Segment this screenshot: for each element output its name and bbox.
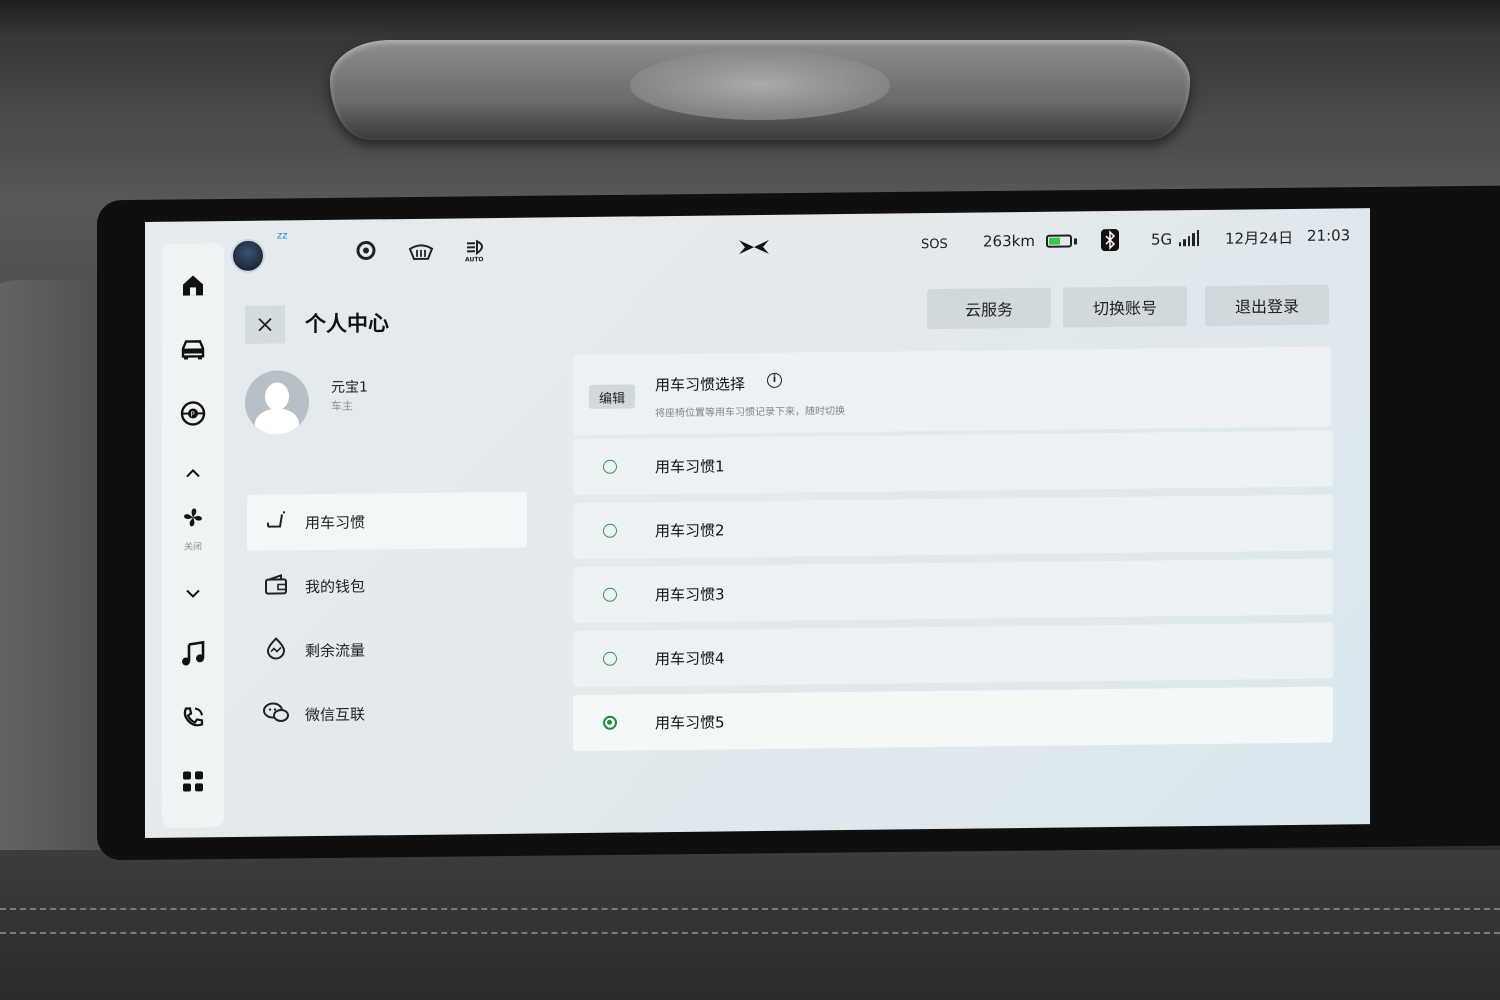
habit-label: 用车习惯2 <box>655 520 725 540</box>
steering-heat-icon[interactable] <box>355 239 377 266</box>
chevron-down-icon[interactable] <box>162 573 224 614</box>
habit-panel-header: 编辑 用车习惯选择 i 将座椅位置等用车习惯记录下来，随时切换 <box>573 346 1331 436</box>
habit-option[interactable]: 用车习惯3 <box>573 558 1333 624</box>
menu-item-wechat[interactable]: 微信互联 <box>247 684 527 743</box>
fan-icon[interactable] <box>162 497 224 538</box>
habit-label: 用车习惯3 <box>655 584 725 604</box>
habit-option[interactable]: 用车习惯4 <box>573 622 1333 688</box>
menu-label: 剩余流量 <box>305 641 366 660</box>
habit-option[interactable]: 用车习惯1 <box>573 430 1333 496</box>
menu-label: 用车习惯 <box>305 513 366 532</box>
auto-label: AUTO <box>465 256 484 264</box>
fan-status-label: 关闭 <box>183 542 202 553</box>
avatar[interactable] <box>245 370 309 435</box>
apps-icon[interactable] <box>162 761 224 802</box>
radio-button[interactable] <box>603 523 617 538</box>
auto-headlight-icon[interactable]: AUTO <box>465 238 489 267</box>
cloud-service-button[interactable]: 云服务 <box>927 287 1051 330</box>
profile-role: 车主 <box>331 399 353 413</box>
menu-item-wallet[interactable]: 我的钱包 <box>247 556 527 615</box>
sos-label[interactable]: SOS <box>921 237 948 252</box>
seat-icon <box>247 508 305 538</box>
brand-logo-icon <box>737 237 771 261</box>
music-icon[interactable] <box>162 633 224 674</box>
data-usage-icon <box>247 636 305 666</box>
chevron-up-icon[interactable] <box>162 453 224 494</box>
close-icon <box>258 317 272 332</box>
panel-title: 用车习惯选择 <box>655 375 746 395</box>
signal-icon <box>1179 230 1200 247</box>
page-title: 个人中心 <box>305 311 389 337</box>
habit-label: 用车习惯1 <box>655 456 725 476</box>
date-text: 12月24日 <box>1225 228 1294 248</box>
car-icon[interactable] <box>162 329 224 370</box>
phone-icon[interactable] <box>162 697 224 738</box>
infotainment-screen: zz AUTO SOS 263km 5G 12月24日 21:03 P 关闭 个… <box>145 208 1370 838</box>
battery-icon <box>1046 234 1072 248</box>
radio-button[interactable] <box>603 459 617 474</box>
parking-icon[interactable]: P <box>162 393 224 434</box>
close-button[interactable] <box>245 305 285 344</box>
menu-label: 我的钱包 <box>305 577 366 596</box>
menu-item-driving-habits[interactable]: 用车习惯 <box>247 491 527 551</box>
radio-button[interactable] <box>603 651 617 666</box>
stitching <box>0 932 1500 934</box>
panel-description: 将座椅位置等用车习惯记录下来，随时切换 <box>655 406 845 420</box>
logout-button[interactable]: 退出登录 <box>1205 284 1329 326</box>
wechat-icon <box>247 700 305 730</box>
speaker-grill <box>630 50 890 120</box>
wallet-icon <box>247 573 305 601</box>
sleep-indicator: zz <box>277 230 288 242</box>
habit-label: 用车习惯5 <box>655 712 725 732</box>
network-type: 5G <box>1151 230 1173 249</box>
defrost-icon[interactable] <box>407 241 435 268</box>
dock: P 关闭 <box>162 243 224 828</box>
time-text: 21:03 <box>1307 226 1351 245</box>
radio-button[interactable] <box>603 715 617 730</box>
habit-option-selected[interactable]: 用车习惯5 <box>573 686 1333 752</box>
dashboard-bottom <box>0 850 1500 1000</box>
menu-item-data-usage[interactable]: 剩余流量 <box>247 620 527 679</box>
range-text: 263km <box>983 231 1035 251</box>
info-icon[interactable]: i <box>767 372 782 388</box>
bluetooth-icon[interactable] <box>1101 228 1119 256</box>
status-bar: zz AUTO SOS 263km 5G 12月24日 21:03 <box>145 208 1370 282</box>
dashboard-speaker <box>330 40 1190 140</box>
switch-account-button[interactable]: 切换账号 <box>1063 286 1187 328</box>
dashboard-top <box>0 0 1500 40</box>
home-icon[interactable] <box>162 265 224 306</box>
svg-text:P: P <box>191 410 195 418</box>
battery-fill <box>1049 237 1060 245</box>
edit-button[interactable]: 编辑 <box>589 384 635 409</box>
habit-label: 用车习惯4 <box>655 648 725 668</box>
battery-cap <box>1074 238 1077 245</box>
menu-label: 微信互联 <box>305 705 366 724</box>
radio-button[interactable] <box>603 587 617 602</box>
habit-option[interactable]: 用车习惯2 <box>573 494 1333 560</box>
stitching <box>0 908 1500 910</box>
assistant-avatar-icon[interactable] <box>231 238 265 274</box>
profile-name: 元宝1 <box>331 379 368 396</box>
